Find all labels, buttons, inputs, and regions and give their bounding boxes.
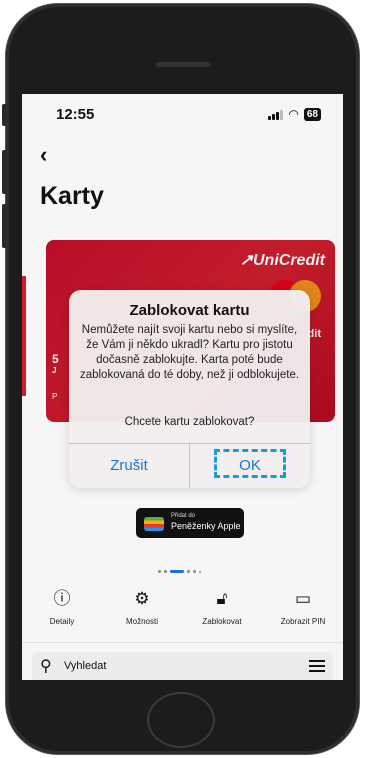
pager-dot[interactable]	[164, 570, 167, 573]
dialog-message: Nemůžete najít svoji kartu nebo si myslí…	[79, 324, 300, 381]
action-label: Zablokovat	[202, 617, 242, 626]
info-icon: ⓘ	[53, 589, 71, 608]
filter-icon[interactable]	[309, 657, 325, 675]
battery-icon: 68	[303, 107, 321, 121]
cancel-button[interactable]: Zrušit	[69, 444, 189, 488]
status-bar: 12:55 ◠ 68	[22, 94, 343, 134]
back-button[interactable]: ‹	[40, 142, 47, 168]
status-time: 12:55	[56, 106, 95, 123]
gear-icon: ⚙	[134, 589, 150, 608]
mute-switch	[2, 104, 7, 126]
search-bar[interactable]: ⚲ Vyhledat	[32, 652, 333, 680]
wallet-icon	[144, 517, 164, 531]
action-label: Detaily	[49, 617, 75, 626]
volume-down-button	[2, 204, 7, 248]
chevron-left-icon: ‹	[40, 142, 48, 167]
action-label: Možnosti	[125, 617, 158, 626]
speaker-grille	[156, 62, 210, 67]
card-actions: ⓘ Detaily ⚙ Možnosti 🔓︎ Zablokovat ▭ Zob…	[22, 588, 343, 636]
card-pin-icon: ▭	[294, 589, 312, 608]
home-button[interactable]	[147, 692, 215, 748]
dialog-question: Chcete kartu zablokovat?	[124, 416, 255, 428]
action-label: Zobrazit PIN	[280, 617, 326, 626]
action-show-pin[interactable]: ▭ Zobrazit PIN	[263, 588, 343, 626]
action-block[interactable]: 🔓︎ Zablokovat	[182, 588, 262, 626]
card-pager	[158, 570, 201, 573]
previous-card-edge[interactable]	[22, 276, 26, 396]
search-input[interactable]: Vyhledat	[64, 660, 106, 672]
pager-dot[interactable]	[199, 570, 201, 573]
wallet-label: Peněženky Apple	[171, 521, 241, 531]
status-icons: ◠ 68	[268, 107, 321, 121]
pager-dot[interactable]	[187, 570, 190, 573]
page-title: Karty	[40, 182, 104, 210]
signal-icon	[268, 109, 284, 120]
lock-icon: 🔓︎	[216, 589, 228, 608]
pager-dot-active[interactable]	[170, 570, 184, 573]
search-icon: ⚲	[40, 658, 52, 675]
block-card-dialog: Zablokovat kartu Nemůžete najít svoji ka…	[69, 290, 310, 488]
pager-dot[interactable]	[193, 570, 196, 573]
section-divider	[22, 642, 343, 643]
action-options[interactable]: ⚙ Možnosti	[102, 588, 182, 626]
pager-dot[interactable]	[158, 570, 161, 573]
action-details[interactable]: ⓘ Detaily	[22, 588, 102, 626]
dialog-title: Zablokovat kartu	[129, 302, 250, 319]
screen: 12:55 ◠ 68 ‹ Karty ↗UniCredit dit 5 J P …	[22, 94, 343, 680]
wifi-icon: ◠	[288, 107, 299, 121]
add-to-apple-wallet-button[interactable]: Přidat do Peněženky Apple	[136, 508, 244, 538]
volume-up-button	[2, 150, 7, 194]
wallet-label-small: Přidat do	[171, 513, 196, 519]
ok-highlight-box	[214, 449, 286, 478]
